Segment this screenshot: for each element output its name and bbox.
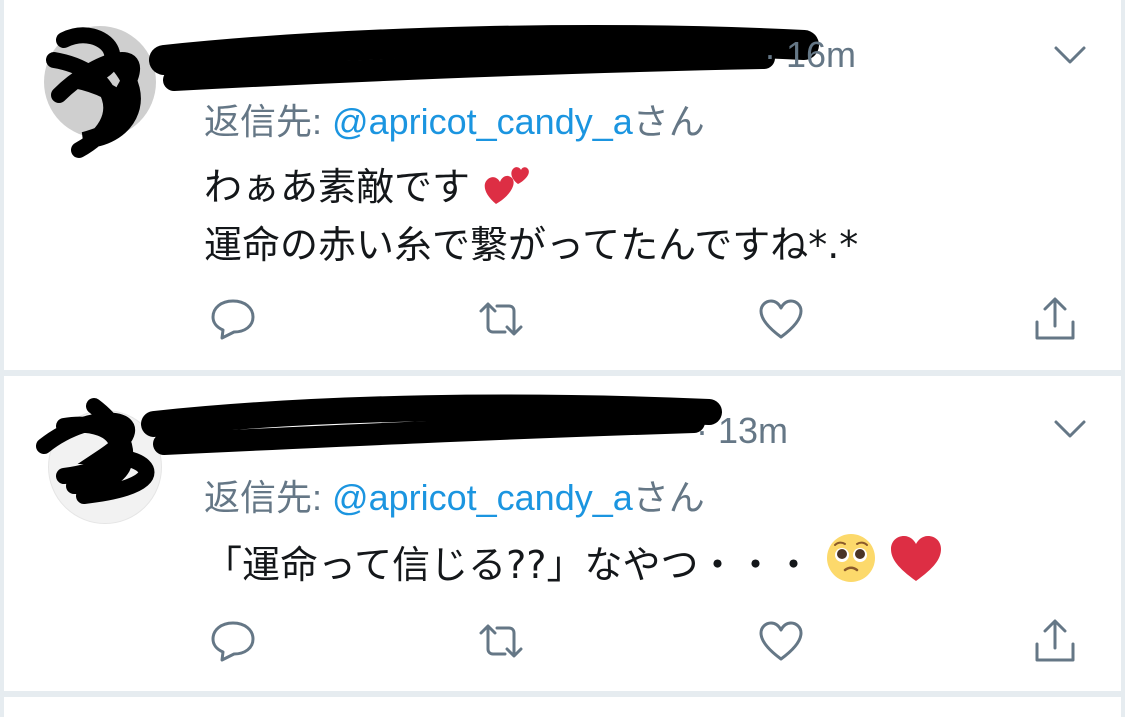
reply-prefix: 返信先: <box>204 101 323 142</box>
reply-button[interactable] <box>208 294 258 344</box>
tweet-text: 「運命って信じる??」なやつ・・・ <box>204 532 943 594</box>
reply-suffix: さん <box>632 477 705 518</box>
reply-context: 返信先: @apricot_candy_aさん <box>204 100 705 144</box>
tweet-actions <box>204 294 1084 344</box>
reply-suffix: さん <box>632 101 705 142</box>
reply-button[interactable] <box>208 616 258 666</box>
chevron-down-icon[interactable] <box>1053 44 1087 66</box>
tweet[interactable]: · 13m 返信先: @apricot_candy_aさん 「運命って信じる??… <box>4 376 1121 691</box>
tweet-time[interactable]: 13m <box>718 410 788 451</box>
tweet-text: わぁあ素敵です 運命の赤い糸で繋がってたんですね*.* <box>204 158 858 274</box>
reply-context: 返信先: @apricot_candy_aさん <box>204 476 705 520</box>
retweet-icon <box>479 624 523 658</box>
tweet[interactable] <box>4 697 1121 717</box>
like-icon <box>759 621 803 661</box>
tweet-text-line: わぁあ素敵です <box>204 158 858 216</box>
share-icon <box>1035 297 1075 340</box>
tweet-actions <box>204 616 1084 666</box>
time-separator: · <box>764 34 776 75</box>
redaction-scribble <box>46 25 819 158</box>
reply-prefix: 返信先: <box>204 477 323 518</box>
tweet[interactable]: · 16m 返信先: @apricot_candy_aさん わぁあ素敵です 運命… <box>4 0 1121 370</box>
tweet-time[interactable]: 16m <box>786 34 856 75</box>
reply-icon <box>211 299 255 340</box>
like-button[interactable] <box>756 616 806 666</box>
like-icon <box>759 299 803 339</box>
share-button[interactable] <box>1030 616 1080 666</box>
reply-icon <box>211 621 255 662</box>
pleading-face-emoji <box>826 534 875 582</box>
retweet-icon <box>479 302 523 336</box>
share-icon <box>1035 619 1075 662</box>
time-separator: · <box>696 410 708 451</box>
reply-mention-link[interactable]: @apricot_candy_a <box>332 101 633 142</box>
timeline-feed: · 16m 返信先: @apricot_candy_aさん わぁあ素敵です 運命… <box>0 0 1125 717</box>
retweet-button[interactable] <box>476 294 526 344</box>
two-hearts-emoji <box>484 167 529 204</box>
red-heart-emoji <box>890 536 941 581</box>
tweet-meta: · 16m <box>764 35 856 75</box>
retweet-button[interactable] <box>476 616 526 666</box>
reply-mention-link[interactable]: @apricot_candy_a <box>332 477 633 518</box>
tweet-text-line: 「運命って信じる??」なやつ・・・ <box>204 543 813 587</box>
share-button[interactable] <box>1030 294 1080 344</box>
tweet-text-line: 運命の赤い糸で繋がってたんですね*.* <box>204 223 859 267</box>
chevron-down-icon[interactable] <box>1053 418 1087 440</box>
tweet-meta: · 13m <box>696 411 788 451</box>
like-button[interactable] <box>756 294 806 344</box>
